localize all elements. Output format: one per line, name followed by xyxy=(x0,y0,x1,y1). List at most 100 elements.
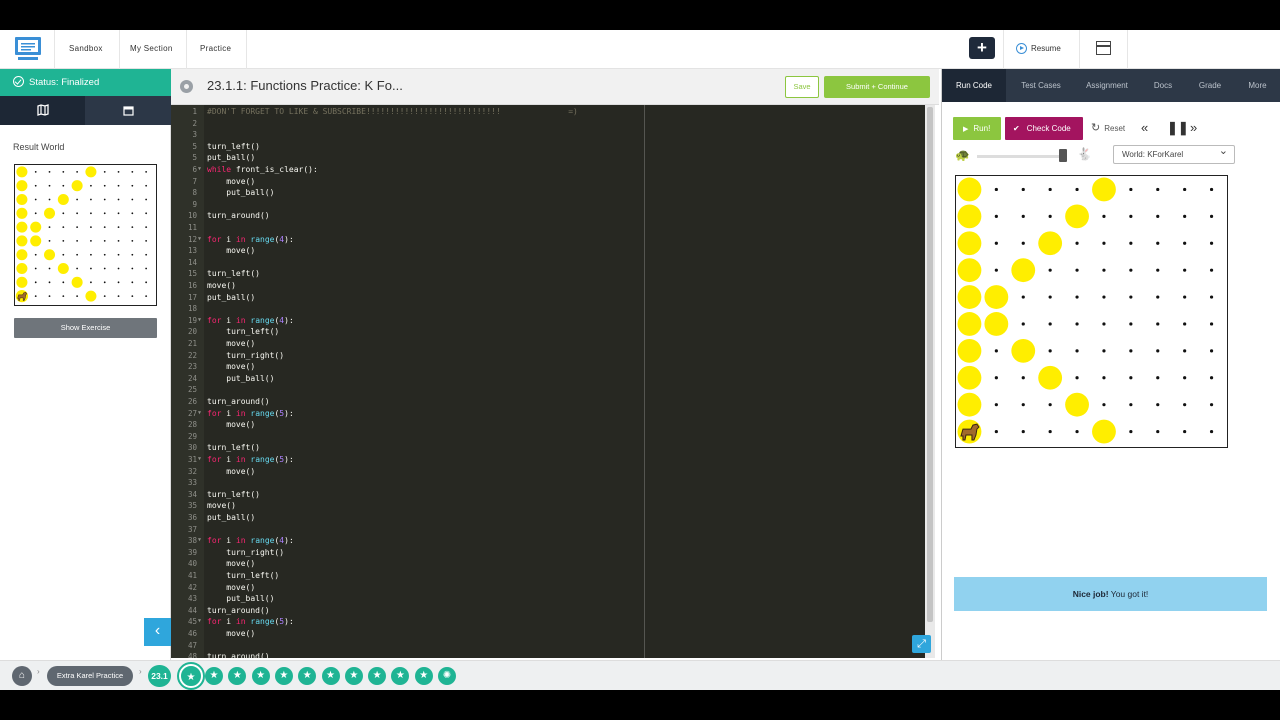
grid-dot xyxy=(1021,241,1025,245)
save-button[interactable]: Save xyxy=(785,76,819,98)
grid-dot xyxy=(1129,322,1133,326)
nav-link-practice[interactable]: Practice xyxy=(200,30,231,69)
star-icon[interactable]: ★ xyxy=(298,667,317,685)
collapse-panel-button[interactable]: ‹ xyxy=(144,618,171,646)
expand-icon[interactable]: ⤢ xyxy=(912,635,931,653)
grid-dot xyxy=(1183,187,1187,192)
speed-slider[interactable] xyxy=(977,155,1067,158)
grid-dot xyxy=(48,281,51,284)
grid-dot xyxy=(145,212,148,215)
star-icon[interactable]: ★ xyxy=(414,667,433,685)
left-panel: Status: Finalized Result World Show Exer… xyxy=(0,69,171,660)
code-text: move() xyxy=(207,246,256,256)
grid-dot xyxy=(90,198,92,201)
grid-dot xyxy=(994,241,998,245)
fold-arrow-icon[interactable]: ▼ xyxy=(198,315,201,327)
tab-grade[interactable]: Grade xyxy=(1186,69,1234,102)
star-icon[interactable]: ★ xyxy=(274,667,293,685)
grid-dot xyxy=(34,212,37,215)
ball xyxy=(984,312,1009,336)
code-text: move() xyxy=(207,559,256,569)
run-button[interactable]: Run! xyxy=(953,117,1001,140)
grid-dot xyxy=(1156,214,1160,218)
code-text: turn_around() xyxy=(207,652,270,658)
nav-link-sandbox[interactable]: Sandbox xyxy=(69,30,103,69)
grid-dot xyxy=(76,267,79,270)
fold-arrow-icon[interactable]: ▼ xyxy=(198,454,201,466)
line-number: 41 xyxy=(187,571,197,580)
tab-more[interactable]: More xyxy=(1234,69,1280,102)
fold-arrow-icon[interactable]: ▼ xyxy=(198,234,201,246)
ball xyxy=(1038,365,1063,390)
grid-dot xyxy=(1075,187,1079,192)
code-text: move() xyxy=(207,466,256,476)
badge-icon[interactable]: ✺ xyxy=(438,667,456,685)
star-icon[interactable]: ★ xyxy=(391,667,410,685)
right-panel: Run Code Test Cases Assignment Docs Grad… xyxy=(941,69,1280,660)
reset-button[interactable]: Reset xyxy=(1091,117,1125,140)
line-number: 21 xyxy=(187,339,197,348)
resume-button[interactable]: Resume xyxy=(1016,42,1061,56)
star-icon[interactable]: ★ xyxy=(344,667,363,685)
home-icon[interactable]: ⌂ xyxy=(12,666,32,686)
code-text: put_ball() xyxy=(207,373,275,383)
grid-dot xyxy=(1156,349,1160,353)
tab-calendar[interactable] xyxy=(85,96,171,125)
grid-dot xyxy=(90,240,92,242)
grid-dot xyxy=(103,267,106,270)
fold-arrow-icon[interactable]: ▼ xyxy=(198,164,201,176)
grid-dot xyxy=(131,267,134,270)
submit-continue-button[interactable]: Submit + Continue xyxy=(824,76,930,98)
grid-dot xyxy=(1183,429,1187,434)
star-icon[interactable]: ★ xyxy=(177,662,205,690)
line-number: 26 xyxy=(187,397,197,406)
tab-run-code[interactable]: Run Code xyxy=(942,69,1006,102)
add-button[interactable]: + xyxy=(969,37,995,59)
scrollbar-thumb[interactable] xyxy=(927,107,933,622)
editor-scrollbar[interactable] xyxy=(925,105,935,658)
line-number: 16 xyxy=(187,281,197,290)
map-icon xyxy=(36,104,49,116)
fold-arrow-icon[interactable]: ▼ xyxy=(198,408,201,420)
grid-dot xyxy=(1048,349,1052,353)
ball xyxy=(957,204,982,229)
success-message: Nice job! You got it! xyxy=(954,577,1267,611)
star-icon[interactable]: ★ xyxy=(251,667,270,685)
show-exercise-button[interactable]: Show Exercise xyxy=(14,318,157,338)
breadcrumb[interactable]: Extra Karel Practice xyxy=(47,666,133,686)
star-icon[interactable]: ★ xyxy=(368,667,387,685)
world-select[interactable]: World: KForKarel xyxy=(1113,143,1235,164)
star-icon[interactable]: ★ xyxy=(228,667,247,685)
grid-dot xyxy=(145,240,148,242)
ball xyxy=(1011,338,1036,363)
pause-icon[interactable]: ❚❚ xyxy=(1167,117,1189,140)
code-text: move() xyxy=(207,362,256,372)
nav-divider xyxy=(54,30,55,69)
chevron-right-icon: › xyxy=(37,667,40,676)
line-number: 3 xyxy=(192,130,197,140)
grid-dot xyxy=(145,226,148,228)
star-icon[interactable]: ★ xyxy=(321,667,340,685)
line-number: 15 xyxy=(187,269,197,279)
lesson-badge[interactable]: 23.1 xyxy=(148,665,171,687)
code-text: while front_is_clear(): xyxy=(207,165,318,174)
check-code-button[interactable]: Check Code xyxy=(1005,117,1083,140)
speed-slider-thumb[interactable] xyxy=(1059,149,1067,162)
code-editor[interactable]: 1 #DON'T FORGET TO LIKE & SUBSCRIBE!!!!!!… xyxy=(171,105,935,658)
tab-assignment[interactable]: Assignment xyxy=(1074,69,1140,102)
logo-icon[interactable] xyxy=(14,35,42,63)
star-icon[interactable]: ★ xyxy=(205,667,223,685)
nav-link-my-section[interactable]: My Section xyxy=(130,30,173,69)
tab-test-cases[interactable]: Test Cases xyxy=(1008,69,1074,102)
tab-map[interactable] xyxy=(0,96,85,125)
grid-dot xyxy=(1183,376,1187,380)
step-forward-icon[interactable]: » xyxy=(1190,117,1197,140)
gear-icon[interactable] xyxy=(180,80,193,93)
code-text: put_ball() xyxy=(207,153,256,163)
layout-icon[interactable] xyxy=(1096,41,1111,55)
fold-arrow-icon[interactable]: ▼ xyxy=(198,535,201,547)
step-back-icon[interactable]: « xyxy=(1141,117,1148,140)
tab-docs[interactable]: Docs xyxy=(1140,69,1186,102)
fold-arrow-icon[interactable]: ▼ xyxy=(198,616,201,628)
grid-dot xyxy=(34,267,37,270)
